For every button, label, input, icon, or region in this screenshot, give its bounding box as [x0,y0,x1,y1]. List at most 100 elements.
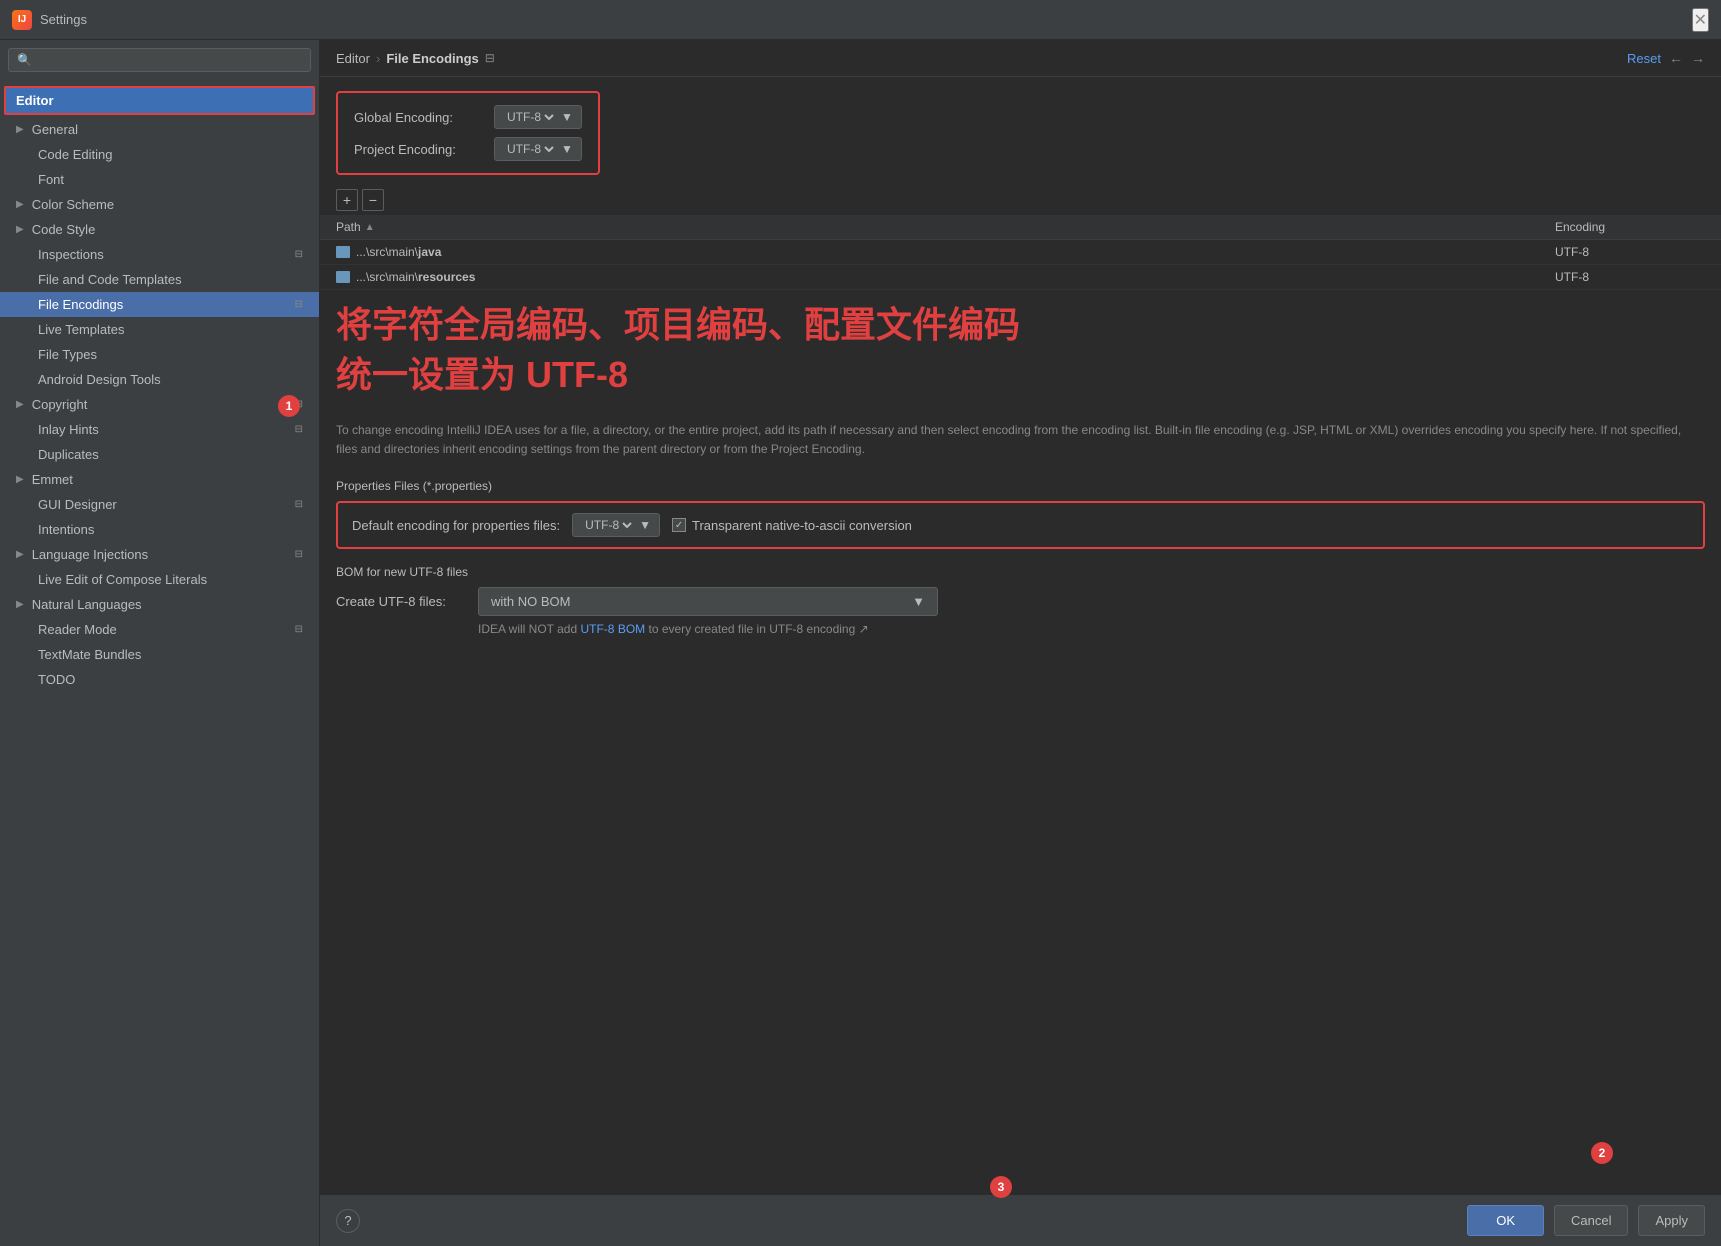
path-cell: ...\src\main\java [336,245,1555,259]
badge-2-label: 2 [1591,1142,1613,1164]
folder-icon [336,246,350,258]
dialog-body: 🔍 Editor ▶ General Code Editing [0,40,1721,1246]
project-encoding-dropdown[interactable]: UTF-8 [503,141,557,157]
main-content: Editor › File Encodings ⊟ Reset ← → Glob… [320,40,1721,1246]
bom-note-suffix: to every created file in UTF-8 encoding … [645,622,869,636]
sidebar-item-language-injections[interactable]: ▶ Language Injections ⊟ [0,542,319,567]
sidebar-label: General [32,122,78,137]
sidebar-item-natural-languages[interactable]: ▶ Natural Languages [0,592,319,617]
sidebar-item-gui-designer[interactable]: GUI Designer ⊟ [0,492,319,517]
project-encoding-select[interactable]: UTF-8 ▼ [494,137,582,161]
properties-encoding-dropdown[interactable]: UTF-8 [581,517,635,533]
encoding-cell: UTF-8 [1555,270,1705,284]
badge-icon: ⊟ [295,299,303,310]
sidebar-label: TODO [38,672,75,687]
sidebar-label: Color Scheme [32,197,114,212]
forward-button[interactable]: → [1691,50,1705,66]
breadcrumb-current: File Encodings [386,51,478,66]
encoding-box: Global Encoding: UTF-8 ▼ Project Encodin… [336,91,600,175]
sidebar-item-live-templates[interactable]: Live Templates [0,317,319,342]
global-encoding-label: Global Encoding: [354,110,484,125]
sidebar-item-font[interactable]: Font [0,167,319,192]
sidebar-label: Code Style [32,222,96,237]
dropdown-arrow-icon: ▼ [912,594,925,609]
search-icon: 🔍 [17,53,32,67]
sidebar-item-color-scheme[interactable]: ▶ Color Scheme [0,192,319,217]
sidebar-item-inlay-hints[interactable]: Inlay Hints ⊟ [0,417,319,442]
badge-3: 3 [990,1176,1012,1198]
sidebar-item-inspections[interactable]: Inspections ⊟ [0,242,319,267]
sidebar-item-copyright[interactable]: ▶ Copyright ⊟ [0,392,319,417]
bom-note-prefix: IDEA will NOT add [478,622,580,636]
sidebar-label: Inlay Hints [38,422,99,437]
badge-1: 1 [278,395,300,417]
search-box[interactable]: 🔍 [8,48,311,72]
sidebar-item-live-edit[interactable]: Live Edit of Compose Literals [0,567,319,592]
sidebar-item-code-editing[interactable]: Code Editing [0,142,319,167]
sidebar-item-todo[interactable]: TODO [0,667,319,692]
path-value: ...\src\main\resources [356,270,475,284]
reset-button[interactable]: Reset [1627,51,1661,66]
sidebar-item-duplicates[interactable]: Duplicates [0,442,319,467]
properties-section: Properties Files (*.properties) Default … [320,471,1721,557]
sidebar-item-code-style[interactable]: ▶ Code Style [0,217,319,242]
sidebar: 🔍 Editor ▶ General Code Editing [0,40,320,1246]
expand-icon: ▶ [16,599,24,610]
sidebar-label: TextMate Bundles [38,647,141,662]
apply-button[interactable]: Apply [1638,1205,1705,1236]
encoding-column-header: Encoding [1555,220,1705,234]
bom-dropdown[interactable]: with NO BOM ▼ [478,587,938,616]
header-actions: Reset ← → [1627,50,1705,66]
ok-button[interactable]: OK [1467,1205,1544,1236]
path-value: ...\src\main\java [356,245,441,259]
breadcrumb-parent: Editor [336,51,370,66]
sidebar-item-emmet[interactable]: ▶ Emmet [0,467,319,492]
sidebar-item-intentions[interactable]: Intentions [0,517,319,542]
remove-button[interactable]: − [362,189,384,211]
sidebar-item-file-types[interactable]: File Types [0,342,319,367]
checkmark-icon: ✓ [675,520,683,531]
add-button[interactable]: + [336,189,358,211]
sidebar-item-textmate-bundles[interactable]: TextMate Bundles [0,642,319,667]
path-column-header: Path ▲ [336,220,1555,234]
transparent-checkbox[interactable]: ✓ [672,518,686,532]
editor-label: Editor [16,93,54,108]
back-button[interactable]: ← [1669,50,1683,66]
expand-icon: ▶ [16,549,24,560]
breadcrumb: Editor › File Encodings ⊟ [336,51,495,66]
help-button[interactable]: ? [336,1209,360,1233]
bom-section-label: BOM for new UTF-8 files [336,565,1705,579]
app-icon: IJ [12,10,32,30]
sidebar-item-android-design-tools[interactable]: Android Design Tools [0,367,319,392]
main-header: Editor › File Encodings ⊟ Reset ← → [320,40,1721,77]
sidebar-item-general[interactable]: ▶ General [0,117,319,142]
table-header: Path ▲ Encoding [320,215,1721,240]
global-encoding-select[interactable]: UTF-8 ▼ [494,105,582,129]
project-encoding-label: Project Encoding: [354,142,484,157]
table-row: ...\src\main\resources UTF-8 [320,265,1721,290]
sidebar-label: GUI Designer [38,497,117,512]
transparent-conversion-row: ✓ Transparent native-to-ascii conversion [672,518,912,533]
cancel-button[interactable]: Cancel [1554,1205,1628,1236]
badge-2: 2 [1591,1142,1613,1164]
global-encoding-dropdown[interactable]: UTF-8 [503,109,557,125]
bottom-bar: ? OK Cancel Apply [320,1194,1721,1246]
global-encoding-row: Global Encoding: UTF-8 ▼ [354,105,582,129]
sidebar-item-reader-mode[interactable]: Reader Mode ⊟ [0,617,319,642]
close-button[interactable]: ✕ [1692,8,1709,32]
search-input[interactable] [36,53,302,67]
chinese-annotation: 将字符全局编码、项目编码、配置文件编码统一设置为 UTF-8 [336,300,1705,401]
annotation-area: 将字符全局编码、项目编码、配置文件编码统一设置为 UTF-8 [320,290,1721,421]
bom-section: BOM for new UTF-8 files Create UTF-8 fil… [320,557,1721,646]
sidebar-label: Live Templates [38,322,124,337]
bom-link[interactable]: UTF-8 BOM [580,622,645,636]
sidebar-item-editor[interactable]: Editor [4,86,315,115]
sidebar-item-file-encodings[interactable]: File Encodings ⊟ [0,292,319,317]
breadcrumb-separator: › [376,51,380,66]
badge-icon: ⊟ [295,499,303,510]
dropdown-arrow: ▼ [639,518,651,532]
description-text: To change encoding IntelliJ IDEA uses fo… [320,421,1721,471]
sidebar-item-file-code-templates[interactable]: File and Code Templates [0,267,319,292]
bottom-actions: OK Cancel Apply [1467,1205,1705,1236]
properties-encoding-select[interactable]: UTF-8 ▼ [572,513,660,537]
